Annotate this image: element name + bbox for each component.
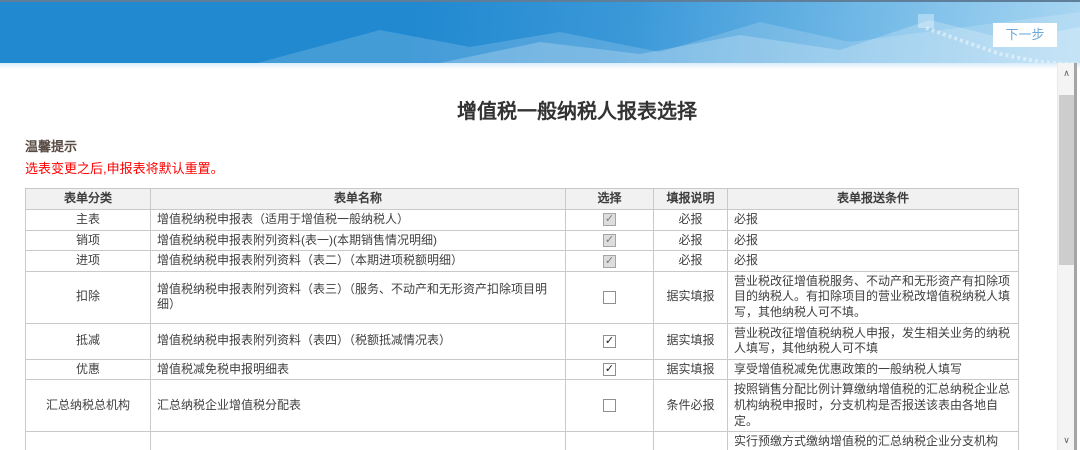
notice-block: 温馨提示 选表变更之后,申报表将默认重置。 [25, 136, 224, 177]
top-banner: 下一步 [0, 0, 1080, 63]
table-row: 汇总纳税总机构汇总纳税企业增值税分配表 条件必报按照销售分配比例计算缴纳增值税的汇… [26, 380, 1019, 432]
window-right-edge [1074, 63, 1077, 450]
col-header-condition: 表单报送条件 [728, 189, 1019, 210]
form-name-cell: 增值税纳税申报表附列资料（表三）（服务、不动产和无形资产扣除项目明细） [151, 271, 566, 323]
scroll-down-icon[interactable]: ∨ [1058, 432, 1075, 448]
form-name-cell: 汇总纳税企业通用传递单 [151, 432, 566, 450]
greatwall-mountains-illustration [0, 2, 1080, 63]
checkbox-checked-icon[interactable]: ✓ [603, 363, 616, 376]
col-header-category: 表单分类 [26, 189, 151, 210]
instruction-cell: 必报 [654, 210, 728, 231]
condition-cell: 享受增值税减免优惠政策的一般纳税人填写 [728, 359, 1019, 380]
report-selection-table: 表单分类 表单名称 选择 填报说明 表单报送条件 主表增值税纳税申报表（适用于增… [25, 188, 1019, 450]
condition-cell: 必报 [728, 230, 1019, 251]
select-cell: ✓ [566, 230, 654, 251]
table-row: 预征预缴分支机构汇总纳税企业通用传递单 据实填报实行预缴方式缴纳增值税的汇总纳税企… [26, 432, 1019, 450]
banner-bottom-fade [0, 63, 1080, 69]
instruction-cell: 条件必报 [654, 380, 728, 432]
instruction-cell: 据实填报 [654, 359, 728, 380]
page-title: 增值税一般纳税人报表选择 [37, 95, 1080, 124]
form-category-cell: 预征预缴分支机构 [26, 432, 151, 450]
select-cell: ✓ [566, 323, 654, 359]
form-name-cell: 增值税减免税申报明细表 [151, 359, 566, 380]
select-cell [566, 432, 654, 450]
form-name-cell: 增值税纳税申报表附列资料（表二）（本期进项税额明细） [151, 251, 566, 272]
instruction-cell: 据实填报 [654, 432, 728, 450]
checkbox-checked-icon[interactable]: ✓ [603, 335, 616, 348]
condition-cell: 营业税改征增值税服务、不动产和无形资产有扣除项目的纳税人。有扣除项目的营业税改增… [728, 271, 1019, 323]
instruction-cell: 必报 [654, 251, 728, 272]
instruction-cell: 据实填报 [654, 271, 728, 323]
select-cell [566, 380, 654, 432]
table-row: 销项增值税纳税申报表附列资料(表一)(本期销售情况明细) ✓ 必报必报 [26, 230, 1019, 251]
select-cell: ✓ [566, 359, 654, 380]
checkbox-unchecked-icon[interactable] [603, 291, 616, 304]
notice-title: 温馨提示 [25, 136, 224, 155]
checkbox-checked-icon: ✓ [603, 234, 616, 247]
form-name-cell: 增值税纳税申报表附列资料(表一)(本期销售情况明细) [151, 230, 566, 251]
scrollbar-thumb[interactable] [1059, 95, 1074, 265]
report-table-body: 主表增值税纳税申报表（适用于增值税一般纳税人）✓必报必报销项增值税纳税申报表附列… [26, 210, 1019, 450]
table-row: 优惠增值税减免税申报明细表 ✓ 据实填报享受增值税减免优惠政策的一般纳税人填写 [26, 359, 1019, 380]
form-name-cell: 汇总纳税企业增值税分配表 [151, 380, 566, 432]
condition-cell: 实行预缴方式缴纳增值税的汇总纳税企业分支机构（除发、供电企业和航空运输企业、邮政… [728, 432, 1019, 450]
form-category-cell: 抵减 [26, 323, 151, 359]
form-category-cell: 销项 [26, 230, 151, 251]
form-category-cell: 优惠 [26, 359, 151, 380]
select-cell: ✓ [566, 251, 654, 272]
select-cell: ✓ [566, 210, 654, 231]
vertical-scrollbar[interactable]: ∧ ∨ [1057, 63, 1074, 450]
condition-cell: 必报 [728, 210, 1019, 231]
form-name-cell: 增值税纳税申报表附列资料（表四）（税额抵减情况表） [151, 323, 566, 359]
form-category-cell: 扣除 [26, 271, 151, 323]
checkbox-checked-icon: ✓ [603, 213, 616, 226]
condition-cell: 必报 [728, 251, 1019, 272]
table-row: 扣除增值税纳税申报表附列资料（表三）（服务、不动产和无形资产扣除项目明细） 据实填… [26, 271, 1019, 323]
table-row: 抵减增值税纳税申报表附列资料（表四）（税额抵减情况表） ✓ 据实填报营业税改征增值税… [26, 323, 1019, 359]
form-name-cell: 增值税纳税申报表（适用于增值税一般纳税人） [151, 210, 566, 231]
next-step-button[interactable]: 下一步 [993, 23, 1057, 47]
col-header-select: 选择 [566, 189, 654, 210]
checkbox-unchecked-icon[interactable] [603, 399, 616, 412]
checkbox-checked-icon: ✓ [603, 255, 616, 268]
col-header-form-name: 表单名称 [151, 189, 566, 210]
select-cell [566, 271, 654, 323]
form-category-cell: 汇总纳税总机构 [26, 380, 151, 432]
table-row: 进项增值税纳税申报表附列资料（表二）（本期进项税额明细） ✓ 必报必报 [26, 251, 1019, 272]
condition-cell: 营业税改征增值税纳税人申报，发生相关业务的纳税人填写，其他纳税人可不填 [728, 323, 1019, 359]
table-row: 主表增值税纳税申报表（适用于增值税一般纳税人） ✓ 必报必报 [26, 210, 1019, 231]
scroll-up-icon[interactable]: ∧ [1058, 65, 1075, 81]
col-header-instruction: 填报说明 [654, 189, 728, 210]
instruction-cell: 据实填报 [654, 323, 728, 359]
condition-cell: 按照销售分配比例计算缴纳增值税的汇总纳税企业总机构纳税申报时，分支机构是否报送该… [728, 380, 1019, 432]
table-header-row: 表单分类 表单名称 选择 填报说明 表单报送条件 [26, 189, 1019, 210]
form-category-cell: 主表 [26, 210, 151, 231]
form-category-cell: 进项 [26, 251, 151, 272]
notice-warning-text: 选表变更之后,申报表将默认重置。 [25, 158, 224, 177]
instruction-cell: 必报 [654, 230, 728, 251]
